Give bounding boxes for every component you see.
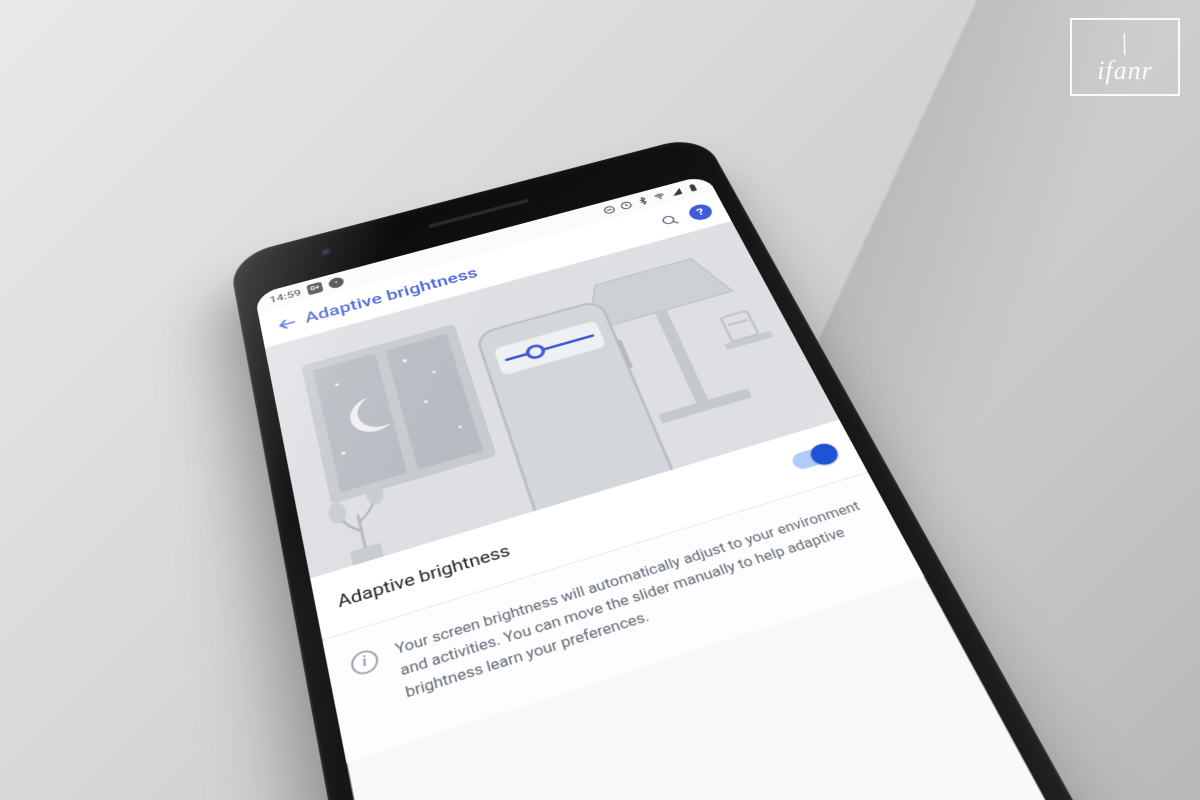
toggle-adaptive-brightness[interactable] (789, 444, 837, 472)
back-button[interactable] (266, 306, 308, 341)
info-icon: i (349, 647, 380, 677)
signal-icon (668, 187, 684, 198)
help-icon: ? (695, 206, 707, 218)
battery-icon (685, 182, 701, 193)
phone-device: 14:59 G+ • Adaptive brightne (228, 134, 1200, 800)
bluetooth-icon (635, 195, 651, 206)
wifi-icon (652, 191, 668, 202)
dnd-icon (601, 204, 617, 215)
search-icon (658, 212, 683, 229)
gplus-badge-icon: G+ (306, 282, 323, 296)
app-badge-icon: • (328, 276, 345, 290)
help-button[interactable]: ? (686, 202, 715, 222)
clock-icon (618, 200, 634, 211)
photo-stage: 14:59 G+ • Adaptive brightne (0, 0, 1200, 800)
arrow-back-icon (274, 313, 299, 334)
